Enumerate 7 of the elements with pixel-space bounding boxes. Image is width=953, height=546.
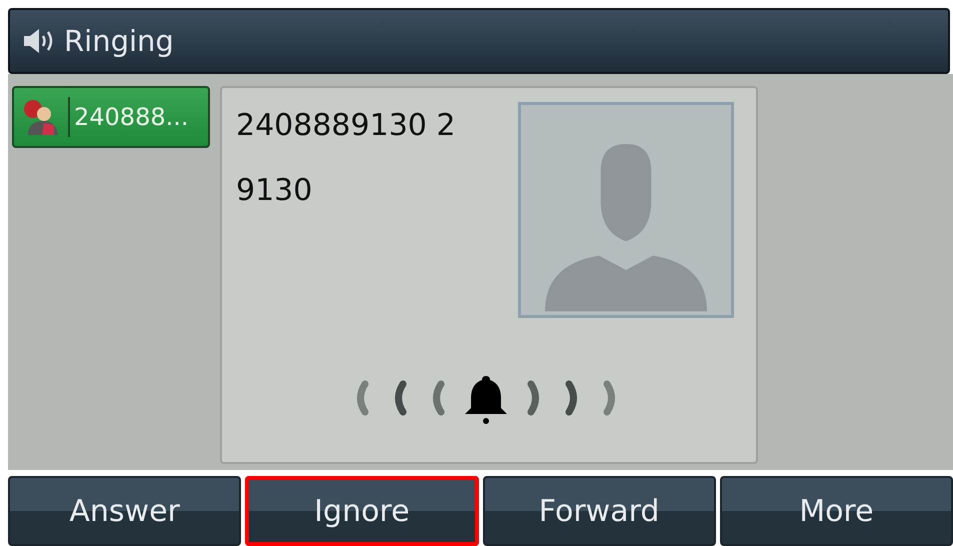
softkey-button[interactable]: More	[720, 476, 953, 546]
caller-name: 2408889130 2	[236, 108, 456, 143]
softkey-button[interactable]: Forward	[482, 476, 716, 546]
screen-title: Ringing	[64, 24, 174, 58]
softkey-button[interactable]: Answer	[8, 476, 242, 546]
caller-number: 9130	[236, 173, 314, 208]
softkey-button[interactable]: Ignore	[245, 476, 478, 546]
